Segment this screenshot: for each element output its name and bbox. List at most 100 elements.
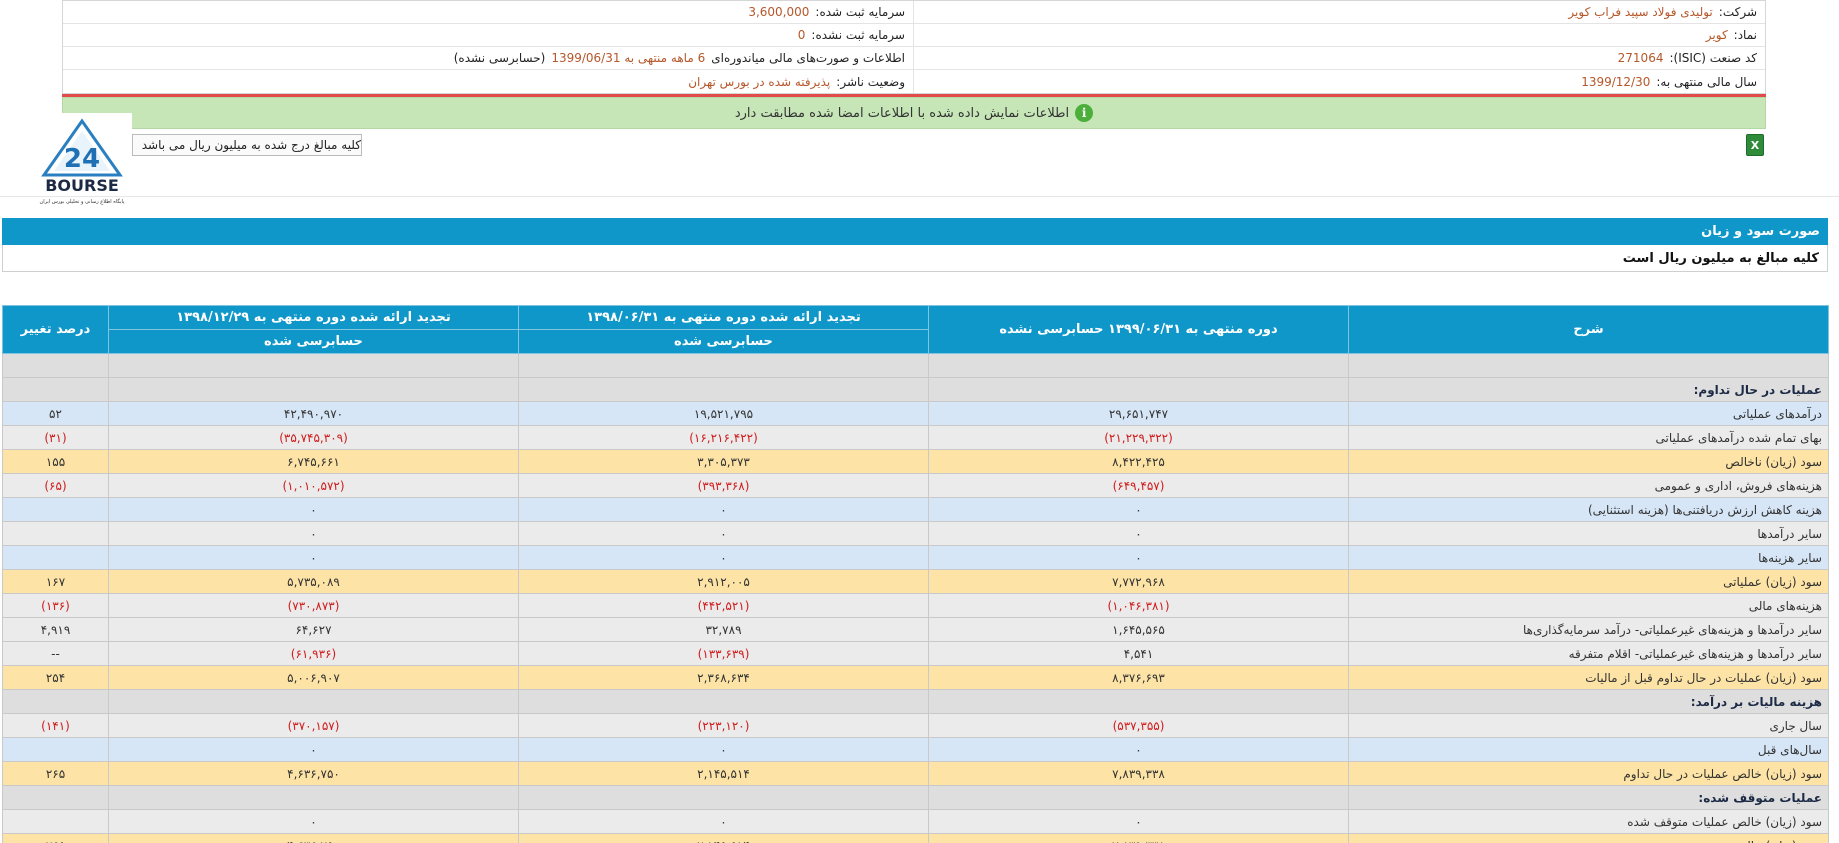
symbol-label: نماد: [1733,28,1757,42]
company-cell: شرکت: تولیدی فولاد سپید فراب کویر [914,1,1765,23]
cell-pct: ۱۶۷ [2,569,109,594]
report-status: (حسابرسی نشده) [453,51,546,65]
cell-col1: ۲۹,۶۵۱,۷۴۷ [928,401,1349,426]
cell-col3: (۳۵,۷۴۵,۳۰۹) [108,425,519,450]
cell-pct: (۳۱) [2,425,109,450]
header-col2-sub: حسابرسی شده [518,329,929,354]
fiscal-year-label: سال مالی منتهی به: [1656,74,1757,89]
cell-desc: سود (زیان) عملیاتی [1348,569,1829,594]
svg-text:24: 24 [64,144,100,174]
table-row: سود (زیان) خالص۷,۸۳۹,۳۳۸۲,۱۴۵,۵۱۴۴,۶۳۶,۷… [2,833,1829,843]
cell-col2: ۱۹,۵۲۱,۷۹۵ [518,401,929,426]
cell-col3: ۰ [108,809,519,834]
symbol-value[interactable]: کویر [1706,28,1728,42]
cell-col3: (۳۷۰,۱۵۷) [108,713,519,738]
cell-desc: عملیات متوقف شده: [1348,785,1829,810]
cell-pct [2,353,109,378]
header-col2[interactable]: تجدید ارائه شده دوره منتهی به ۱۳۹۸/۰۶/۳۱ [518,305,929,330]
fiscal-year-cell: سال مالی منتهی به: 1399/12/30 [914,70,1765,93]
header-desc[interactable]: شرح [1348,305,1829,354]
unit-note-button[interactable]: کلیه مبالغ درج شده به میلیون ریال می باش… [132,134,362,156]
section-title: صورت سود و زیان [2,218,1828,245]
table-row: هزینه‌های مالی (۱,۰۴۶,۳۸۱) (۴۴۲,۵۲۱) (۷۳۰,۸… [2,593,1829,618]
section-subtitle: کلیه مبالغ به میلیون ریال است [2,245,1828,272]
cell-pct: ۲۶۵ [2,761,109,786]
cell-desc: بهای تمام شده درآمدهای عملیاتی [1348,425,1829,450]
verification-notice: i اطلاعات نمایش داده شده با اطلاعات امضا… [62,97,1766,129]
cell-col2: (۱۳۳,۶۳۹) [518,641,929,666]
cell-col1: ۷,۸۳۹,۳۳۸ [928,833,1349,843]
company-label: شرکت: [1718,5,1757,19]
cell-pct: ۲۵۴ [2,665,109,690]
company-info-panel: شرکت: تولیدی فولاد سپید فراب کویر سرمایه… [62,0,1766,94]
table-row: هزینه‌های فروش، اداری و عمومی (۶۴۹,۴۵۷) (۳… [2,473,1829,498]
cell-pct: ۱۵۵ [2,449,109,474]
company-value[interactable]: تولیدی فولاد سپید فراب کویر [1568,5,1712,19]
table-row: سایر هزینه‌ها ۰ ۰ ۰ [2,545,1829,570]
report-value: 6 ماهه منتهی به 1399/06/31 [551,51,706,65]
capital-registered-label: سرمایه ثبت شده: [815,5,905,19]
cell-col1: ۸,۴۲۲,۴۲۵ [928,449,1349,474]
cell-col3: ۴۲,۴۹۰,۹۷۰ [108,401,519,426]
cell-col3: ۰ [108,737,519,762]
cell-pct [2,521,109,546]
header-col1[interactable]: دوره منتهی به ۱۳۹۹/۰۶/۳۱ حسابرسی نشده [928,305,1349,354]
info-row: سال مالی منتهی به: 1399/12/30 وضعیت ناشر… [63,70,1765,93]
cell-col2 [518,353,929,378]
cell-col1: ۴,۵۴۱ [928,641,1349,666]
cell-col3: ۶,۷۴۵,۶۶۱ [108,449,519,474]
header-col3-sub: حسابرسی شده [108,329,519,354]
info-row: کد صنعت (ISIC): 271064 اطلاعات و صورت‌ها… [63,47,1765,70]
cell-desc: هزینه مالیات بر درآمد: [1348,689,1829,714]
publisher-status-cell: وضعیت ناشر: پذیرفته شده در بورس تهران [63,70,914,93]
table-row: سال‌های قبل ۰ ۰ ۰ [2,737,1829,762]
page: شرکت: تولیدی فولاد سپید فراب کویر سرمایه… [0,0,1839,843]
isic-label: کد صنعت (ISIC): [1669,51,1757,65]
cell-col1: ۱,۶۴۵,۵۶۵ [928,617,1349,642]
excel-export-icon[interactable]: X [1746,134,1764,156]
section-row: عملیات متوقف شده: [2,785,1829,810]
publisher-status-value: پذیرفته شده در بورس تهران [688,74,831,89]
table-row: سود (زیان) عملیاتی ۷,۷۷۲,۹۶۸ ۲,۹۱۲,۰۰۵ ۵,۷۳… [2,569,1829,594]
table-row: سود (زیان) خالص عملیات در حال تداوم ۷,۸۳۹… [2,761,1829,786]
cell-col1: ۰ [928,809,1349,834]
cell-col2: ۲,۹۱۲,۰۰۵ [518,569,929,594]
table-row [2,353,1829,378]
svg-text:BOURSE: BOURSE [45,176,119,195]
cell-col2: ۰ [518,545,929,570]
cell-desc: سود (زیان) عملیات در حال تداوم قبل از ما… [1348,665,1829,690]
cell-pct [2,785,109,810]
info-row: نماد: کویر سرمایه ثبت نشده: 0 [63,24,1765,47]
table-row: سایر درآمدها ۰ ۰ ۰ [2,521,1829,546]
cell-pct [2,377,109,402]
table-row: سایر درآمدها و هزینه‌های غیرعملیاتی- اقل… [2,641,1829,666]
cell-desc: هزینه کاهش ارزش دریافتنی‌ها (هزینه استثن… [1348,497,1829,522]
cell-col1 [928,353,1349,378]
cell-pct [2,497,109,522]
cell-col3: ۵,۷۳۵,۰۸۹ [108,569,519,594]
table-row: سود (زیان) خالص عملیات متوقف شده ۰ ۰ ۰ [2,809,1829,834]
cell-pct: ۵۲ [2,401,109,426]
cell-col3 [108,353,519,378]
cell-desc: هزینه‌های فروش، اداری و عمومی [1348,473,1829,498]
cell-col2: ۲,۱۴۵,۵۱۴ [518,761,929,786]
cell-col2 [518,689,929,714]
capital-unregistered-cell: سرمایه ثبت نشده: 0 [63,24,914,46]
notice-text: اطلاعات نمایش داده شده با اطلاعات امضا ش… [734,105,1070,121]
cell-desc: هزینه‌های مالی [1348,593,1829,618]
bourse-logo-icon: 24 BOURSE پایگاه اطلاع رسانی و تحلیلی بو… [40,118,125,205]
cell-col1 [928,377,1349,402]
isic-value: 271064 [1617,51,1664,65]
cell-col1: (۲۱,۲۲۹,۳۲۲) [928,425,1349,450]
cell-col2: ۰ [518,737,929,762]
svg-text:پایگاه اطلاع رسانی و تحلیلی بو: پایگاه اطلاع رسانی و تحلیلی بورس ایران [40,198,125,205]
header-col3[interactable]: تجدید ارائه شده دوره منتهی به ۱۳۹۸/۱۲/۲۹ [108,305,519,330]
cell-desc: درآمدهای عملیاتی [1348,401,1829,426]
cell-col3: ۰ [108,497,519,522]
capital-unregistered-label: سرمایه ثبت نشده: [811,28,905,42]
cell-col1: ۰ [928,521,1349,546]
income-statement-table: شرح دوره منتهی به ۱۳۹۹/۰۶/۳۱ حسابرسی نشد… [2,305,1829,843]
cell-col3 [108,377,519,402]
header-pct[interactable]: درصد تغییر [2,305,109,354]
cell-col3: ۰ [108,521,519,546]
